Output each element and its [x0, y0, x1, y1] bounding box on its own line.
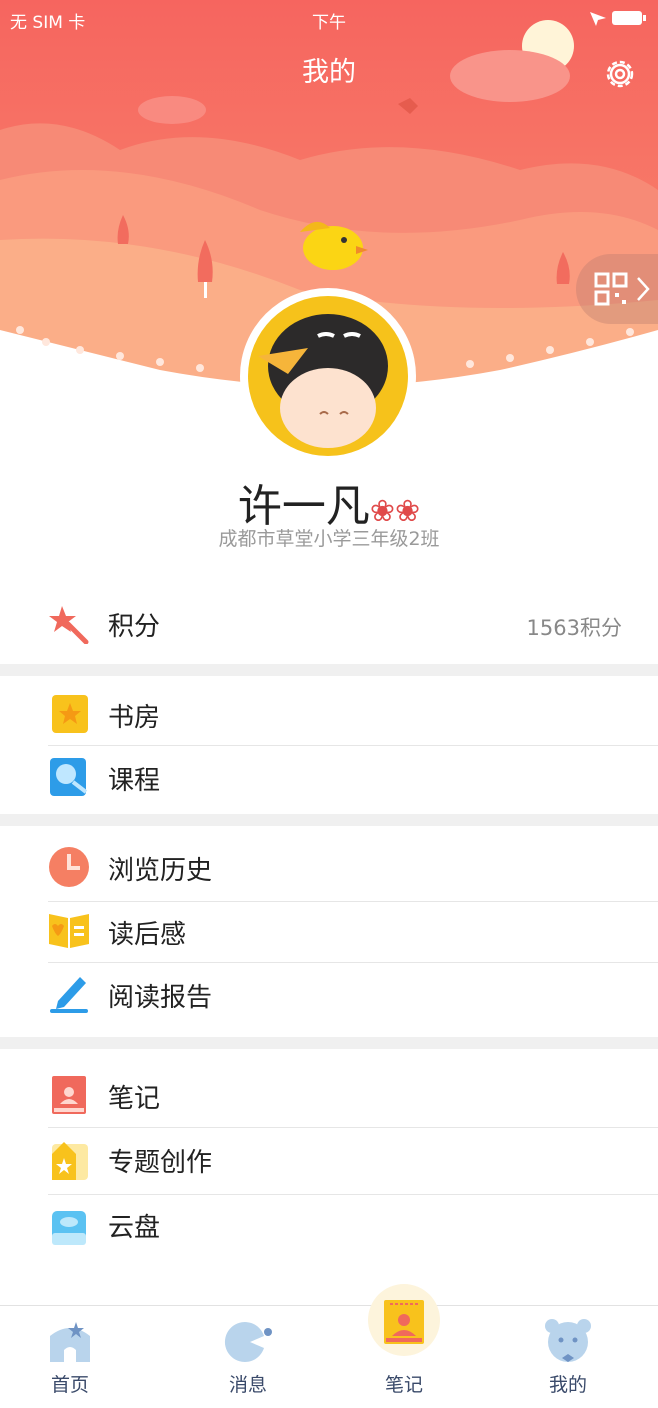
list-item-study-room[interactable]: 书房 — [0, 683, 658, 745]
history-label: 浏览历史 — [108, 856, 213, 886]
tab-notes-label: 笔记 — [384, 1374, 423, 1396]
section-gap — [0, 814, 658, 826]
page-title: 我的 — [302, 57, 356, 88]
tab-home[interactable]: 首页 — [10, 1306, 130, 1408]
list-item-notes[interactable]: 笔记 — [0, 1064, 658, 1128]
tab-messages[interactable]: 消息 — [188, 1306, 308, 1408]
pen-icon — [50, 977, 88, 1013]
list-item-history[interactable]: 浏览历史 — [0, 836, 658, 900]
tab-messages-label: 消息 — [228, 1374, 267, 1396]
topic-creation-label: 专题创作 — [108, 1148, 213, 1178]
settings-gear-icon[interactable] — [602, 56, 638, 92]
home-castle-icon — [50, 1322, 90, 1362]
notes-book-icon — [52, 1076, 86, 1114]
status-time: 下午 — [312, 13, 346, 33]
history-clock-icon — [49, 847, 89, 887]
bottom-tab-bar: 首页 消息 笔记 我的 — [0, 1284, 658, 1408]
topic-star-badge-icon — [52, 1142, 88, 1180]
notes-book-icon — [384, 1300, 424, 1344]
points-row[interactable]: 积分 1563积分 — [0, 590, 658, 664]
points-value: 1563积分 — [526, 616, 622, 640]
battery-icon — [586, 8, 648, 33]
qr-code-icon — [594, 272, 650, 306]
reflection-book-icon — [49, 914, 89, 948]
study-room-label: 书房 — [108, 703, 161, 733]
avatar[interactable] — [240, 288, 416, 464]
cloud-drive-icon — [52, 1211, 86, 1245]
messages-icon — [224, 1322, 272, 1362]
notes-label: 笔记 — [108, 1084, 161, 1114]
tab-mine[interactable]: 我的 — [508, 1306, 628, 1408]
list-item-topic-creation[interactable]: 专题创作 — [0, 1128, 658, 1194]
list-item-reflection[interactable]: 读后感 — [0, 902, 658, 962]
reflection-label: 读后感 — [108, 920, 187, 950]
tab-home-label: 首页 — [50, 1374, 89, 1396]
qr-code-button[interactable] — [576, 254, 658, 324]
points-label: 积分 — [108, 612, 161, 642]
courses-label: 课程 — [108, 766, 161, 796]
courses-icon — [50, 758, 88, 796]
list-item-cloud-drive[interactable]: 云盘 — [0, 1195, 658, 1257]
bear-face-icon — [545, 1319, 591, 1362]
study-room-icon — [52, 695, 88, 733]
user-school: 成都市草堂小学三年级2班 — [218, 528, 440, 550]
section-gap — [0, 664, 658, 676]
list-item-reading-report[interactable]: 阅读报告 — [0, 963, 658, 1027]
reading-report-label: 阅读报告 — [108, 983, 213, 1013]
tab-notes[interactable]: 笔记 — [344, 1284, 464, 1408]
magic-wand-icon — [49, 606, 89, 644]
list-item-courses[interactable]: 课程 — [0, 746, 658, 808]
tab-mine-label: 我的 — [548, 1374, 587, 1396]
status-bar: 无 SIM 卡 下午 — [0, 0, 658, 38]
section-gap — [0, 1037, 658, 1049]
cloud-drive-label: 云盘 — [108, 1213, 161, 1243]
avatar-image — [248, 296, 408, 456]
